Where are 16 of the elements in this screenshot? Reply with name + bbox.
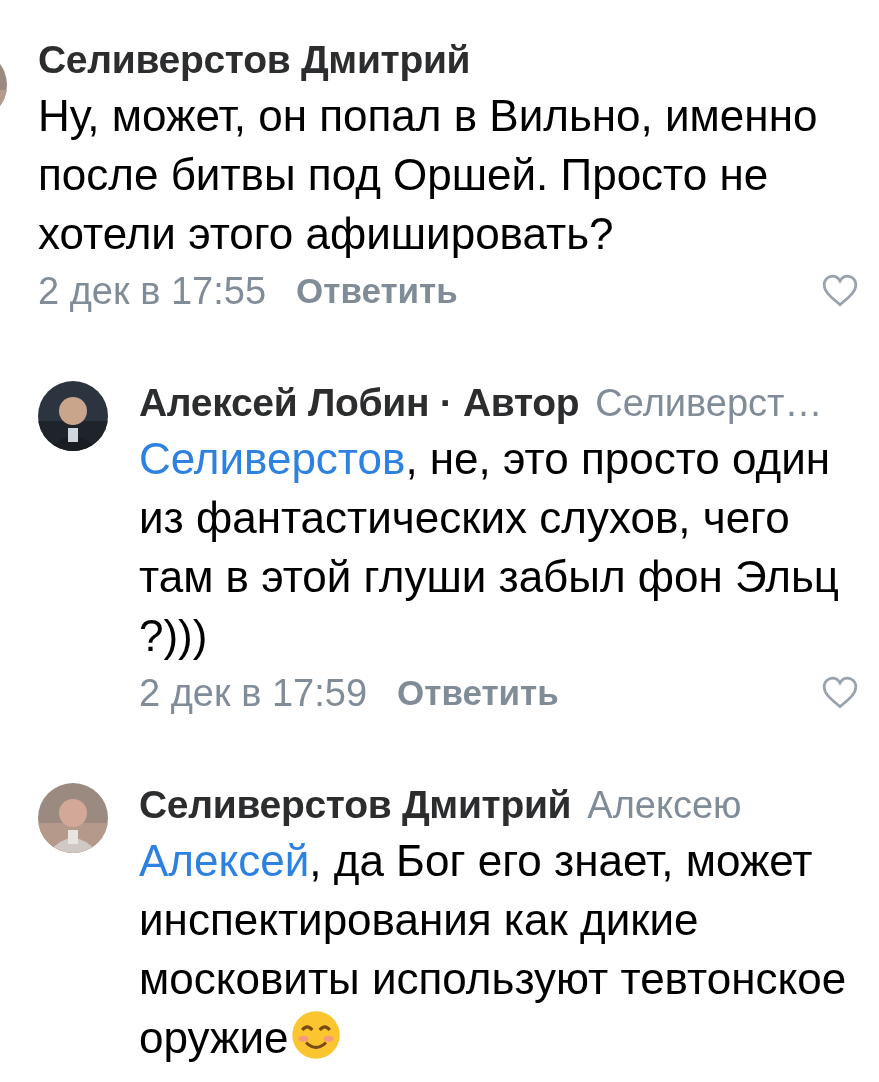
comment-text: Алексей, да Бог его знает, может инспектирования как дикие московиты используют тевтонское оружие (139, 835, 848, 1064)
comment-text: Селиверстов, не, это просто один из фантастических слухов, чего там в этой глуши забыл фон Эльц ?))) (139, 433, 840, 662)
comment-text: Ну, может, он попал в Вильно, именно после битвы под Оршей. Просто не хотели этого афишировать? (38, 90, 819, 260)
mention-link[interactable]: Алексей (139, 836, 310, 885)
comment-date: 2 дек в 17:55 (38, 269, 267, 313)
author-name[interactable]: Селиверстов Дмитрий (38, 38, 471, 82)
author-name[interactable]: Алексей Лобин · Автор (139, 381, 580, 425)
mention-link[interactable]: Селиверстов (139, 434, 406, 483)
reply-to-name[interactable]: Селиверст… (595, 381, 823, 425)
reply-button[interactable]: Ответить (296, 271, 458, 311)
reply-to-name[interactable]: Алексею (587, 783, 742, 827)
heart-icon[interactable] (821, 274, 859, 308)
reply-button[interactable]: Ответить (397, 673, 559, 713)
author-name[interactable]: Селиверстов Дмитрий (139, 783, 572, 827)
heart-icon[interactable] (821, 676, 859, 710)
comment-date: 2 дек в 17:59 (139, 671, 368, 715)
